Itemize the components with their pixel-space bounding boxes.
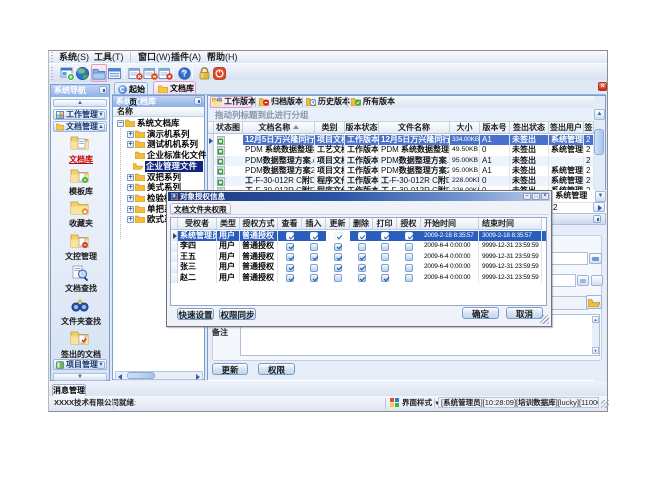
svg-text:?: ? [182,69,188,79]
